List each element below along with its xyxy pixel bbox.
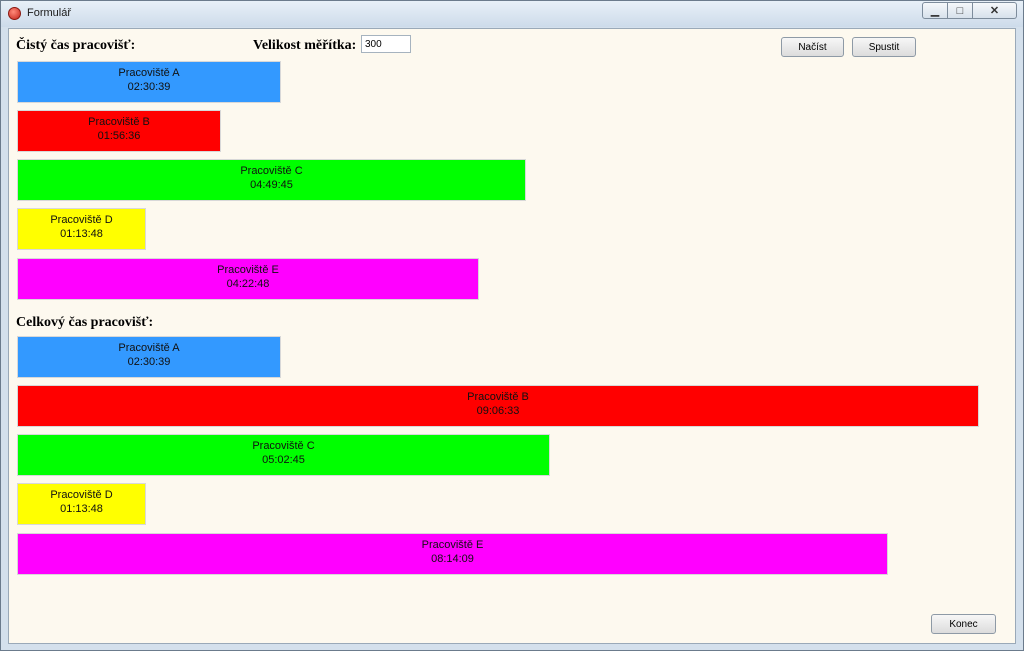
app-logo-icon[interactable] [8, 7, 21, 20]
workstation-bar: Pracoviště D 01:13:48 [17, 208, 146, 250]
workstation-bar: Pracoviště B 09:06:33 [17, 385, 979, 427]
bar-label: Pracoviště D [50, 214, 113, 226]
workstation-bar: Pracoviště C 05:02:45 [17, 434, 550, 476]
title-bar[interactable]: Formulář ▁ □ ✕ [1, 1, 1023, 27]
workstation-bar: Pracoviště B 01:56:36 [17, 110, 221, 152]
maximize-icon: □ [956, 4, 964, 17]
bar-label: Pracoviště B [467, 391, 529, 403]
close-icon: ✕ [989, 5, 1000, 17]
bar-time: 04:49:45 [250, 179, 293, 191]
bar-label: Pracoviště E [421, 539, 484, 551]
bar-label: Pracoviště A [118, 67, 180, 79]
form-client-area: Čistý čas pracovišť: Velikost měřítka: N… [8, 28, 1016, 644]
scale-label: Velikost měřítka: [253, 38, 357, 53]
scale-input[interactable] [361, 35, 411, 53]
bar-time: 05:02:45 [262, 454, 305, 466]
bar-label: Pracoviště D [50, 489, 113, 501]
bar-time: 02:30:39 [127, 356, 171, 368]
bar-time: 04:22:48 [226, 278, 270, 290]
minimize-icon: ▁ [930, 5, 940, 17]
bar-label: Pracoviště A [118, 342, 180, 354]
bar-label: Pracoviště E [217, 264, 279, 276]
window-controls: ▁ □ ✕ [922, 2, 1017, 20]
bar-time: 02:30:39 [127, 81, 171, 93]
clean-time-heading: Čistý čas pracovišť: [16, 38, 136, 53]
minimize-button[interactable]: ▁ [922, 2, 948, 19]
bar-label: Pracoviště C [240, 165, 303, 177]
close-button[interactable]: ✕ [973, 2, 1017, 19]
end-button[interactable]: Konec [931, 614, 996, 634]
load-button[interactable]: Načíst [781, 37, 844, 57]
bar-time: 09:06:33 [476, 405, 520, 417]
workstation-bar: Pracoviště C 04:49:45 [17, 159, 526, 201]
bar-label: Pracoviště C [252, 440, 315, 452]
workstation-bar: Pracoviště E 08:14:09 [17, 533, 888, 575]
start-button[interactable]: Spustit [852, 37, 916, 57]
workstation-bar: Pracoviště A 02:30:39 [17, 61, 281, 103]
maximize-button[interactable]: □ [948, 2, 973, 19]
total-time-heading: Celkový čas pracovišť: [16, 315, 154, 330]
workstation-bar: Pracoviště D 01:13:48 [17, 483, 146, 525]
bar-time: 08:14:09 [431, 553, 474, 565]
window-title: Formulář [27, 7, 72, 19]
bar-time: 01:56:36 [97, 130, 141, 142]
bar-label: Pracoviště B [88, 116, 150, 128]
app-window: Formulář ▁ □ ✕ Čistý čas pracovišť: Veli… [0, 0, 1024, 651]
bar-time: 01:13:48 [60, 503, 103, 515]
bar-time: 01:13:48 [60, 228, 103, 240]
workstation-bar: Pracoviště E 04:22:48 [17, 258, 479, 300]
workstation-bar: Pracoviště A 02:30:39 [17, 336, 281, 378]
